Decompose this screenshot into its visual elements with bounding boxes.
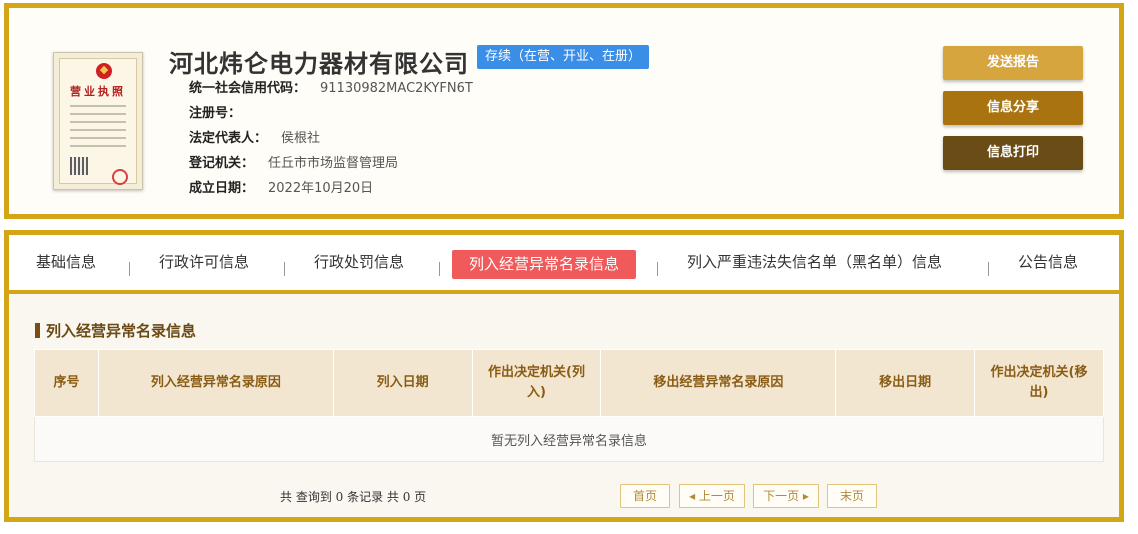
table-header-row: 序号 列入经营异常名录原因 列入日期 作出决定机关(列入) 移出经营异常名录原因… [34,349,1104,417]
info-legal-representative: 法定代表人： 侯根社 [189,127,320,146]
company-summary-card: 营业执照 河北炜仑电力器材有限公司 存续（在营、开业、在册） 统一社会信用代码：… [4,3,1124,219]
print-info-button[interactable]: 信息打印 [943,136,1083,170]
empty-state-text: 暂无列入经营异常名录信息 [34,416,1104,462]
abnormal-operations-table: 序号 列入经营异常名录原因 列入日期 作出决定机关(列入) 移出经营异常名录原因… [34,349,1104,462]
tab-blacklist[interactable]: 列入严重违法失信名单（黑名单）信息 [687,235,942,290]
first-page-label: 首页 [632,489,657,503]
section-title: 列入经营异常名录信息 [35,320,196,341]
previous-page-button[interactable]: ◂ 上一页 [679,484,745,508]
tab-bar: 基础信息 行政许可信息 行政处罚信息 列入经营异常名录信息 列入严重违法失信名单… [9,235,1119,294]
info-registration-number: 注册号： [189,102,255,121]
info-value: 91130982MAC2KYFN6T [320,81,473,96]
tab-divider [439,262,440,276]
tab-administrative-license[interactable]: 行政许可信息 [159,235,249,290]
official-seal-icon [112,169,128,185]
license-text-line [70,129,126,131]
last-page-button[interactable]: 末页 [827,484,877,508]
table-row: 暂无列入经营异常名录信息 [34,416,1104,462]
pagination-summary: 共 查询到 0 条记录 共 0 页 [280,490,427,504]
qr-code-icon [70,157,88,175]
license-text-line [70,105,126,107]
license-frame: 营业执照 [59,58,137,185]
detail-section-card: 基础信息 行政许可信息 行政处罚信息 列入经营异常名录信息 列入严重违法失信名单… [4,230,1124,522]
info-label: 法定代表人： [189,131,268,146]
tab-announcements[interactable]: 公告信息 [1018,235,1078,290]
tab-divider [129,262,130,276]
tab-administrative-penalty[interactable]: 行政处罚信息 [314,235,404,290]
info-label: 统一社会信用代码： [189,81,307,96]
col-header-listing-authority: 作出决定机关(列入) [471,349,602,417]
info-label: 注册号： [189,106,242,121]
previous-page-label: 上一页 [698,489,735,503]
next-page-label: 下一页 [763,489,800,503]
license-title: 营业执照 [70,85,126,98]
triangle-left-icon: ◂ [689,489,699,503]
tab-divider [988,262,989,276]
info-label: 成立日期： [189,181,255,196]
status-badge: 存续（在营、开业、在册） [477,45,650,69]
info-establishment-date: 成立日期： 2022年10月20日 [189,177,373,196]
company-name: 河北炜仑电力器材有限公司 [169,50,469,78]
tab-basic-info[interactable]: 基础信息 [36,235,96,290]
col-header-listing-reason: 列入经营异常名录原因 [97,349,334,417]
info-registration-authority: 登记机关： 任丘市市场监督管理局 [189,152,398,171]
business-license-image[interactable]: 营业执照 [53,52,143,190]
national-emblem-icon [96,63,112,79]
col-header-listing-date: 列入日期 [332,349,473,417]
license-text-line [70,145,126,147]
col-header-removal-reason: 移出经营异常名录原因 [600,349,837,417]
info-value: 任丘市市场监督管理局 [268,156,399,171]
col-header-removal-authority: 作出决定机关(移出) [974,349,1104,417]
info-value: 侯根社 [281,131,321,146]
last-page-label: 末页 [839,489,864,503]
license-text-line [70,121,126,123]
share-info-button[interactable]: 信息分享 [943,91,1083,125]
info-credit-code: 统一社会信用代码： 91130982MAC2KYFN6T [189,77,473,96]
info-value: 2022年10月20日 [268,181,374,196]
next-page-button[interactable]: 下一页 ▸ [753,484,819,508]
info-label: 登记机关： [189,156,255,171]
col-header-index: 序号 [34,349,99,417]
first-page-button[interactable]: 首页 [620,484,670,508]
tab-abnormal-operations[interactable]: 列入经营异常名录信息 [452,250,637,279]
tab-divider [284,262,285,276]
triangle-right-icon: ▸ [799,489,809,503]
send-report-button[interactable]: 发送报告 [943,46,1083,80]
license-text-line [70,137,126,139]
col-header-removal-date: 移出日期 [835,349,976,417]
tab-divider [657,262,658,276]
license-text-line [70,113,126,115]
